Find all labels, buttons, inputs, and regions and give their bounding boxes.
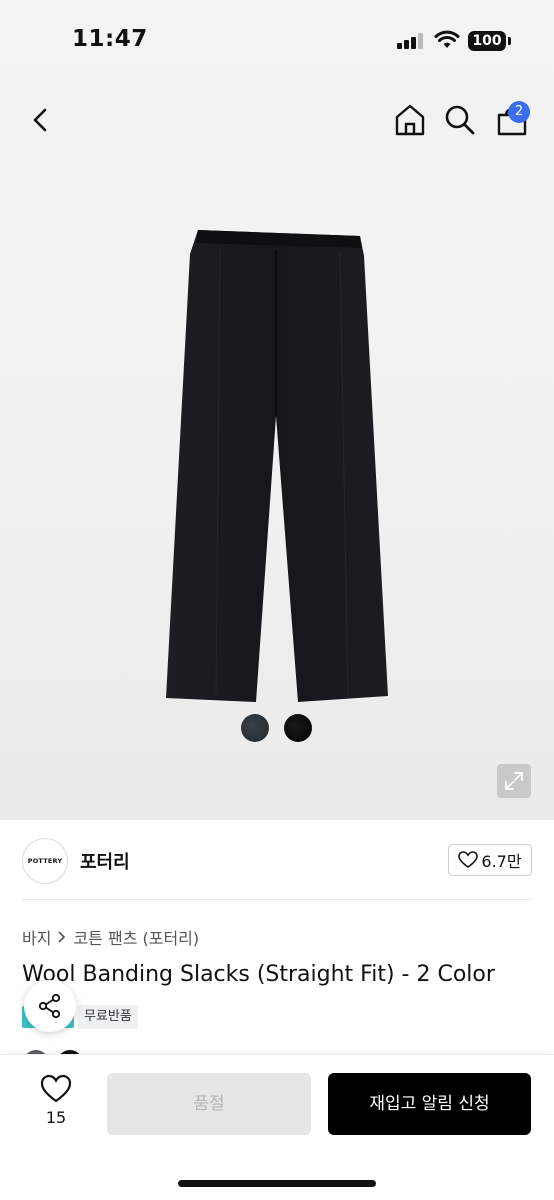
breadcrumb: 바지 코튼 팬츠 (포터리) [22, 925, 199, 949]
brand-like-button[interactable]: 6.7만 [448, 844, 532, 876]
expand-icon [505, 772, 523, 790]
status-bar: 11:47 100 [0, 0, 554, 80]
share-button[interactable] [24, 980, 76, 1032]
brand-name[interactable]: 포터리 [80, 848, 130, 874]
battery-tip [508, 37, 511, 45]
breadcrumb-category[interactable]: 바지 [22, 925, 51, 949]
heart-icon[interactable] [40, 1074, 72, 1104]
status-time: 11:47 [72, 26, 148, 52]
restock-alert-button[interactable]: 재입고 알림 신청 [328, 1073, 531, 1135]
divider [22, 899, 532, 900]
breadcrumb-subcategory[interactable]: 코튼 팬츠 (포터리) [73, 925, 199, 949]
wish-count: 15 [45, 1108, 67, 1127]
product-title: Wool Banding Slacks (Straight Fit) - 2 C… [22, 962, 495, 987]
color-swatch-black[interactable] [284, 714, 312, 742]
color-swatch-navy[interactable] [241, 714, 269, 742]
search-icon[interactable] [442, 102, 478, 138]
share-icon [38, 993, 61, 1019]
back-icon[interactable] [24, 102, 56, 138]
product-photo [166, 230, 388, 702]
battery-icon: 100 [468, 31, 506, 51]
heart-icon [458, 851, 479, 868]
expand-image-button[interactable] [497, 764, 531, 798]
brand-like-count: 6.7만 [481, 852, 522, 871]
cart-count-badge: 2 [508, 101, 530, 123]
home-icon[interactable] [392, 102, 428, 138]
brand-logo[interactable]: POTTERY [22, 838, 68, 884]
cellular-signal-icon [397, 33, 425, 49]
soldout-button: 품절 [107, 1073, 311, 1135]
wifi-icon [434, 30, 460, 48]
chevron-right-icon [58, 931, 66, 943]
home-indicator [178, 1180, 376, 1187]
free-return-badge: 무료반품 [78, 1005, 138, 1029]
